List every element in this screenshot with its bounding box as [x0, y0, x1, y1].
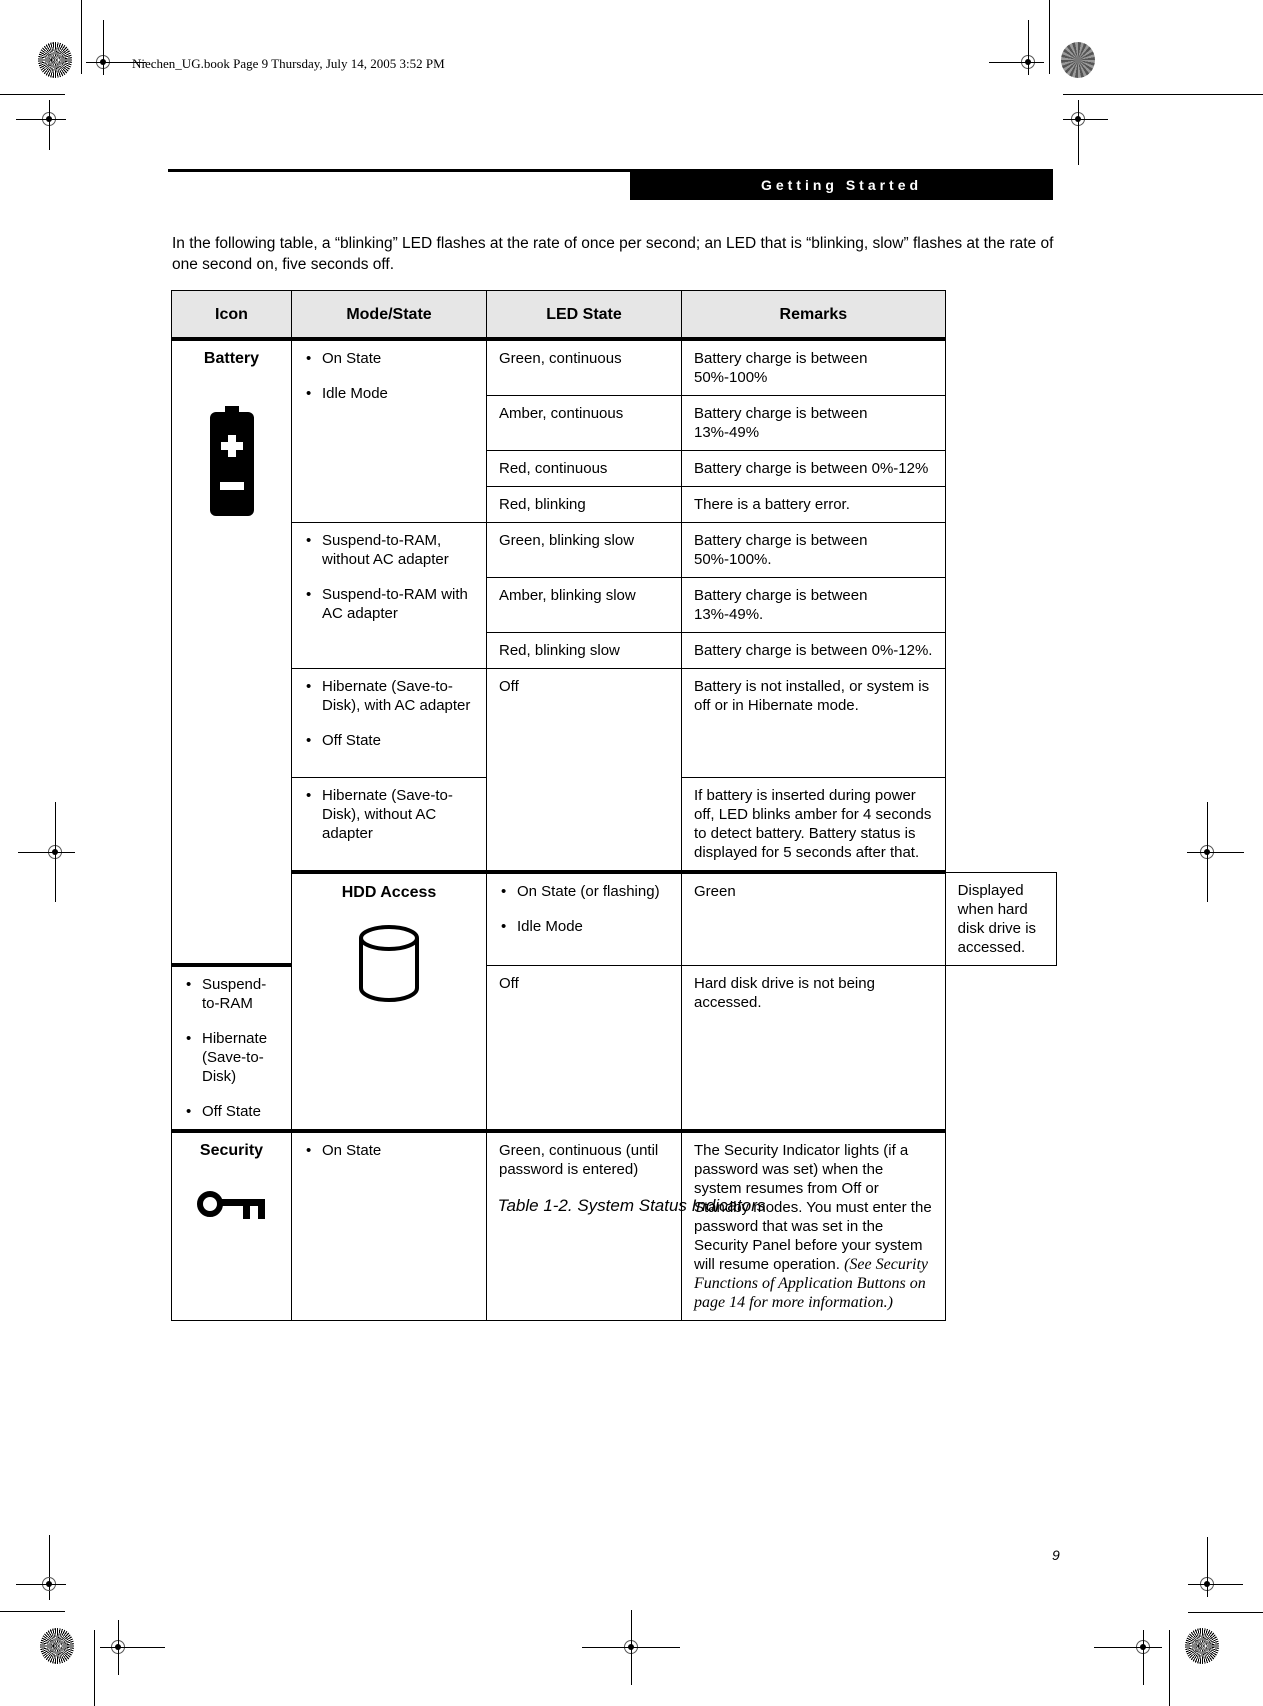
system-status-table: Icon Mode/State LED State Remarks Batter…: [171, 290, 1058, 1321]
print-star-mark-top-left: [38, 42, 72, 78]
crop-line: [989, 62, 1044, 63]
mode-item: Suspend-to-RAM with AC adapter: [304, 585, 474, 623]
remark-cell: Battery charge is between 13%-49%: [681, 395, 946, 451]
remark-cell: The Security Indicator lights (if a pass…: [681, 1130, 946, 1321]
column-header-led-state: LED State: [486, 290, 682, 341]
security-icon-cell: Security: [171, 1130, 292, 1321]
crop-line: [18, 852, 75, 853]
crop-line: [94, 1630, 95, 1706]
table-row: Security On State Green, continuous (unt…: [171, 1130, 1057, 1321]
remark-cell: Battery charge is between 50%-100%.: [681, 522, 946, 578]
led-state-cell: Amber, continuous: [486, 395, 682, 451]
header-rule: [168, 169, 630, 172]
led-state-cell: Red, blinking: [486, 486, 682, 523]
crop-line: [118, 1620, 119, 1675]
crop-line: [49, 100, 50, 150]
led-state-cell: Red, blinking slow: [486, 632, 682, 669]
led-state-cell: Off: [486, 964, 682, 1133]
mode-item: On State: [304, 1141, 474, 1160]
crop-line: [1028, 20, 1029, 75]
mode-state-cell: On State Idle Mode: [291, 338, 487, 523]
remark-cell: Battery charge is between 0%-12%.: [681, 632, 946, 669]
crop-line: [16, 1584, 66, 1585]
remark-cell: There is a battery error.: [681, 486, 946, 523]
mode-state-cell: Hibernate (Save-to-Disk), with AC adapte…: [291, 668, 487, 778]
mode-item: Suspend-to-RAM, without AC adapter: [304, 531, 474, 569]
mode-item: Hibernate (Save-to-Disk), with AC adapte…: [304, 677, 474, 715]
led-state-cell: Green: [681, 871, 946, 966]
crop-line: [1188, 1612, 1263, 1613]
intro-paragraph: In the following table, a “blinking” LED…: [172, 235, 1054, 273]
mode-state-cell: On State (or flashing) Idle Mode: [486, 871, 682, 966]
remark-cell: If battery is inserted during power off,…: [681, 777, 946, 874]
crop-line: [81, 0, 82, 74]
mode-item: Hibernate (Save-to-Disk), without AC ada…: [304, 786, 474, 843]
mode-item: On State: [304, 349, 474, 368]
page-number: 9: [1052, 1547, 1060, 1563]
crop-line: [100, 1647, 165, 1648]
remark-cell: Battery charge is between 13%-49%.: [681, 577, 946, 633]
table-header-row: Icon Mode/State LED State Remarks: [171, 290, 1057, 341]
mode-state-cell: Suspend-to-RAM Hibernate (Save-to-Disk) …: [171, 964, 292, 1133]
mode-item: Idle Mode: [304, 384, 474, 403]
crop-line: [1207, 802, 1208, 902]
crop-line: [631, 1610, 632, 1685]
led-state-cell: Green, continuous (until password is ent…: [486, 1130, 682, 1321]
column-header-mode-state: Mode/State: [291, 290, 487, 341]
column-header-remarks: Remarks: [681, 290, 946, 341]
crop-line: [1207, 1537, 1208, 1597]
icon-label: Battery: [203, 350, 260, 367]
crop-line: [1169, 1630, 1170, 1706]
mode-state-cell: On State: [291, 1130, 487, 1321]
crop-line: [1188, 1584, 1243, 1585]
mode-item: Off State: [304, 731, 474, 750]
icon-label: Security: [199, 1142, 264, 1159]
crop-line: [103, 20, 104, 75]
print-star-mark-bottom-right: [1185, 1628, 1219, 1664]
remark-cell: Battery charge is between 50%-100%: [681, 338, 946, 396]
remark-cell: Displayed when hard disk drive is access…: [944, 871, 1058, 966]
crop-line: [1187, 852, 1244, 853]
remark-cell: Hard disk drive is not being accessed.: [681, 964, 946, 1133]
column-header-icon: Icon: [171, 290, 292, 341]
print-star-mark-top-right: [1061, 42, 1095, 78]
mode-item: Suspend-to-RAM: [184, 975, 279, 1013]
mode-state-cell: Hibernate (Save-to-Disk), without AC ada…: [291, 777, 487, 874]
led-state-cell: Amber, blinking slow: [486, 577, 682, 633]
hard-disk-icon: [359, 925, 419, 1002]
table-row: HDD Access On State (or flashing) Idle M…: [172, 871, 1058, 1133]
crop-line: [1063, 94, 1263, 95]
crop-line: [1094, 1647, 1162, 1648]
battery-icon-cell: Battery: [171, 338, 292, 967]
led-state-cell: Green, continuous: [486, 338, 682, 396]
led-state-cell: Green, blinking slow: [486, 522, 682, 578]
remark-cell: Battery is not installed, or system is o…: [681, 668, 946, 778]
crop-line: [1143, 1630, 1144, 1685]
crop-line: [55, 802, 56, 902]
crop-line: [0, 1611, 65, 1612]
mode-item: On State (or flashing): [499, 882, 669, 901]
hdd-icon-cell: HDD Access: [291, 871, 487, 1133]
remark-cell: Battery charge is between 0%-12%: [681, 450, 946, 487]
table-row: Hibernate (Save-to-Disk), with AC adapte…: [172, 668, 1057, 874]
mode-state-cell: Suspend-to-RAM, without AC adapter Suspe…: [291, 522, 487, 669]
crop-line: [0, 94, 65, 95]
crop-line: [1078, 100, 1079, 165]
led-state-cell: Off: [486, 668, 682, 874]
table-row: Battery On State Idle Mode Green, contin…: [171, 338, 1057, 967]
crop-line: [1063, 119, 1108, 120]
icon-label: HDD Access: [341, 884, 437, 901]
table-row: Suspend-to-RAM, without AC adapter Suspe…: [172, 522, 1057, 669]
mode-item: Hibernate (Save-to-Disk): [184, 1029, 279, 1086]
crop-line: [16, 119, 66, 120]
battery-icon: [209, 406, 254, 516]
mode-item: Off State: [184, 1102, 279, 1121]
table-caption: Table 1-2. System Status Indicators: [497, 1196, 766, 1215]
led-state-cell: Red, continuous: [486, 450, 682, 487]
print-slug: Niechen_UG.book Page 9 Thursday, July 14…: [132, 56, 445, 71]
section-header: Getting Started: [630, 169, 1053, 200]
crop-line: [1049, 0, 1050, 74]
mode-item: Idle Mode: [499, 917, 669, 936]
print-star-mark-bottom-left: [40, 1628, 74, 1664]
